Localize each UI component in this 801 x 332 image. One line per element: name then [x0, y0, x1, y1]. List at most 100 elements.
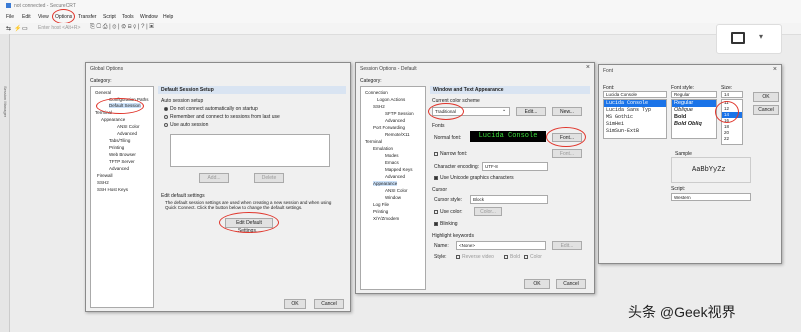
style-option[interactable]: Oblique: [672, 107, 716, 114]
tree-item-advanced-ssh[interactable]: Advanced: [385, 118, 405, 123]
radio-remember[interactable]: Remember and connect to sessions from la…: [164, 114, 280, 120]
session-manager-tab[interactable]: Session Manager: [0, 34, 10, 332]
quick-connect-hint[interactable]: Enter host <Alt+R>: [38, 25, 80, 31]
tree-item-appearance[interactable]: Appearance: [373, 181, 398, 186]
menu-window[interactable]: Window: [140, 14, 158, 20]
delete-button[interactable]: Delete: [254, 173, 284, 183]
scheme-chevron-icon: ⌄: [502, 107, 507, 113]
menu-transfer[interactable]: Transfer: [78, 14, 96, 20]
font-cancel-button[interactable]: Cancel: [753, 105, 779, 115]
auto-session-list[interactable]: [170, 134, 330, 167]
radio-auto-session[interactable]: Use auto session: [164, 122, 208, 128]
sample-text: AaBbYyZz: [692, 166, 726, 174]
use-color-checkbox[interactable]: Use color:: [434, 209, 463, 215]
highlight-name-select[interactable]: <None>: [456, 241, 546, 250]
tree-item-printing[interactable]: Printing: [109, 145, 124, 150]
tree-item-emacs[interactable]: Emacs: [385, 160, 399, 165]
cursor-color-button[interactable]: Color...: [474, 207, 502, 216]
tree-item-sftp-session[interactable]: SFTP Session: [385, 111, 414, 116]
tree-item-log-file[interactable]: Log File: [373, 202, 389, 207]
app-icon: [6, 3, 11, 8]
reverse-video-checkbox[interactable]: Reverse video: [456, 254, 494, 260]
scheme-new-button[interactable]: New...: [552, 107, 582, 116]
tree-item-advanced[interactable]: Advanced: [117, 131, 137, 136]
menu-script[interactable]: Script: [103, 14, 116, 20]
narrow-font-checkbox[interactable]: Narrow font:: [434, 151, 467, 157]
script-label: Script:: [671, 186, 686, 192]
cursor-style-label: Cursor style:: [434, 197, 463, 203]
font-style-list[interactable]: Regular Oblique Bold Bold Obliq: [671, 99, 717, 139]
category-label: Category:: [90, 78, 112, 84]
tree-item-ssh2[interactable]: SSH2: [373, 104, 385, 109]
unicode-graphics-checkbox[interactable]: Use Unicode graphics characters: [434, 175, 514, 181]
style-option[interactable]: Bold Obliq: [672, 121, 716, 128]
menu-file[interactable]: File: [6, 14, 14, 20]
session-close-icon[interactable]: ×: [586, 64, 590, 71]
tree-item-advanced-term[interactable]: Advanced: [385, 174, 405, 179]
tree-item-connection[interactable]: Connection: [365, 90, 388, 95]
encoding-select[interactable]: UTF-8: [482, 162, 548, 171]
connect-icon[interactable]: ⇆: [6, 25, 11, 32]
tree-item-remote-x11[interactable]: Remote/X11: [385, 132, 410, 137]
menu-tools[interactable]: Tools: [122, 14, 134, 20]
font-name-input[interactable]: Lucida Console: [603, 91, 667, 98]
highlight-edit-button[interactable]: Edit...: [552, 241, 582, 250]
tree-item-tftp-server[interactable]: TFTP Server: [109, 159, 135, 164]
font-style-input[interactable]: Regular: [671, 91, 717, 98]
tree-item-emulation[interactable]: Emulation: [373, 146, 393, 151]
global-options-title: Global Options: [90, 66, 124, 72]
tree-item-xyzmodem[interactable]: X/Y/Zmodem: [373, 216, 399, 221]
tree-item-appearance[interactable]: Appearance: [101, 117, 125, 122]
tree-item-printing[interactable]: Printing: [373, 209, 388, 214]
highlight-label: Highlight keywords: [432, 233, 474, 239]
size-option[interactable]: 22: [722, 136, 742, 142]
style-option[interactable]: Regular: [672, 100, 716, 107]
toolbar-icons[interactable]: ⎘ ▢ ⎙ | ⊜ | ⚙ ⊟ ⚲ | ? | ▣: [90, 24, 154, 31]
style-option[interactable]: Bold: [672, 114, 716, 121]
font-option[interactable]: SimHei: [604, 121, 666, 128]
tree-item-ansi-color[interactable]: ANSI Color: [385, 188, 408, 193]
tree-item-firewall[interactable]: Firewall: [97, 173, 113, 178]
tab-icon[interactable]: ▭: [22, 25, 28, 32]
tree-item-modes[interactable]: Modes: [385, 153, 399, 158]
font-ok-button[interactable]: OK: [753, 92, 779, 102]
tree-item-port-forwarding[interactable]: Port Forwarding: [373, 125, 405, 130]
font-name-list[interactable]: Lucida Console Lucida Sans Typ MS Gothic…: [603, 99, 667, 139]
session-cancel-button[interactable]: Cancel: [556, 279, 586, 289]
tree-item-advanced-2[interactable]: Advanced: [109, 166, 129, 171]
script-select[interactable]: Western: [671, 193, 751, 201]
narrow-font-button[interactable]: Font...: [552, 149, 582, 158]
lightning-icon[interactable]: ⚡: [14, 25, 21, 32]
font-size-input[interactable]: 14: [721, 91, 743, 98]
blinking-checkbox[interactable]: Blinking: [434, 221, 458, 227]
tree-item-terminal[interactable]: Terminal: [365, 139, 382, 144]
tree-item-ansi-color[interactable]: ANSI Color: [117, 124, 140, 129]
font-dialog-close-icon[interactable]: ×: [773, 66, 777, 73]
font-option[interactable]: Lucida Console: [604, 100, 666, 107]
global-ok-button[interactable]: OK: [284, 299, 306, 309]
cursor-style-select[interactable]: Block: [470, 195, 548, 204]
tree-item-general[interactable]: General: [95, 90, 111, 95]
tree-item-mapped-keys[interactable]: Mapped Keys: [385, 167, 413, 172]
scheme-edit-button[interactable]: Edit...: [516, 107, 546, 116]
session-options-title: Session Options - Default: [360, 66, 417, 72]
font-option[interactable]: MS Gothic: [604, 114, 666, 121]
font-option[interactable]: Lucida Sans Typ: [604, 107, 666, 114]
tree-item-web-browser[interactable]: Web Browser: [109, 152, 136, 157]
menu-view[interactable]: View: [38, 14, 49, 20]
menu-edit[interactable]: Edit: [22, 14, 31, 20]
tree-item-logon-actions[interactable]: Logon Actions: [377, 97, 405, 102]
menu-help[interactable]: Help: [163, 14, 173, 20]
tree-item-ssh-host-keys[interactable]: SSH Host Keys: [97, 187, 128, 192]
global-cancel-button[interactable]: Cancel: [314, 299, 344, 309]
radio-no-connect[interactable]: Do not connect automatically on startup: [164, 106, 258, 112]
bold-checkbox[interactable]: Bold: [504, 254, 520, 260]
tree-item-ssh2[interactable]: SSH2: [97, 180, 109, 185]
image-control[interactable]: ▾: [716, 24, 782, 54]
tree-item-window[interactable]: Window: [385, 195, 401, 200]
color-checkbox[interactable]: Color: [524, 254, 542, 260]
font-option[interactable]: SimSun-ExtB: [604, 128, 666, 135]
add-button[interactable]: Add...: [199, 173, 229, 183]
session-ok-button[interactable]: OK: [524, 279, 550, 289]
tree-item-tabs-tiling[interactable]: Tabs/Tiling: [109, 138, 130, 143]
